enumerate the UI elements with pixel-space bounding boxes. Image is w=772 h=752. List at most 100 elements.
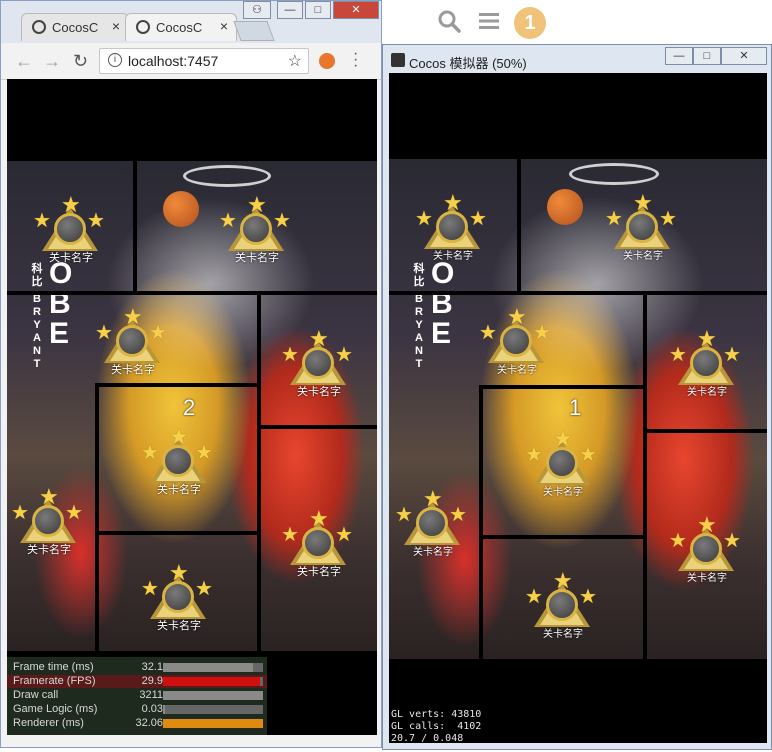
close-button[interactable]: ✕ [333,1,379,19]
stats-label: Renderer (ms) [13,717,84,729]
basketball-icon [163,191,199,227]
stats-bar [163,691,263,700]
bryant-letter: R [415,306,423,318]
kobe-letter: O [431,257,455,290]
hoop-icon [569,163,659,185]
grid-divider [133,161,137,293]
bryant-letter: A [415,332,423,344]
game-canvas[interactable]: O B E 科比 B R Y A N T 2 ★ ★ ★ 关卡名字 ★ ★ ★ … [7,161,377,651]
level-name: 关卡名字 [497,365,537,376]
cocos-favicon-icon [32,20,46,34]
bryant-letter: Y [33,319,41,331]
level-badge[interactable]: ★ ★ ★ [219,194,293,255]
level-name: 关卡名字 [543,629,583,640]
level-name: 关卡名字 [157,484,201,496]
level-number: 2 [183,395,196,420]
bookmark-star-icon[interactable]: ☆ [288,51,302,71]
browser-tab-2[interactable]: CocosC × [125,13,237,41]
bryant-letter: N [415,345,423,357]
bryant-letter: A [33,332,41,344]
kobe-letter: E [431,317,452,350]
kobe-letter: E [49,317,70,350]
stats-value: 0.03 [141,703,163,715]
grid-divider [481,385,645,389]
stats-label: Frame time (ms) [13,661,94,673]
level-name: 关卡名字 [111,364,155,376]
chrome-titlebar: CocosC × CocosC × ⚇ — □ ✕ [1,1,381,43]
search-icon-svg [438,10,461,33]
notification-badge[interactable]: 1 [514,7,546,39]
level-name: 关卡名字 [235,252,279,264]
forward-arrow-icon[interactable]: → [43,51,61,72]
game-canvas[interactable]: O B E 科比 B R Y A N T 1 ★★★ 关卡名字 ★★★ [389,159,767,659]
level-badge[interactable]: ★ ★ ★ [479,306,553,367]
level-name: 关卡名字 [687,573,727,584]
stats-bar [163,663,263,672]
level-badge[interactable]: ★ ★ ★ [281,508,355,569]
stats-bar-fill [163,663,253,672]
stats-bar-fill [163,705,165,714]
simulator-viewport: O B E 科比 B R Y A N T 1 ★★★ 关卡名字 ★★★ [389,73,767,744]
new-tab-button[interactable] [233,21,275,41]
kobe-chinese-text: 科比 [31,263,43,288]
search-icon[interactable] [436,8,462,41]
address-bar[interactable]: i localhost:7457 ☆ [99,48,309,74]
minimize-button[interactable]: — [277,1,303,19]
chrome-toolbar: ← → ↻ i localhost:7457 ☆ · · · [1,43,381,80]
level-badge[interactable]: ★ ★ ★ [525,570,599,631]
level-badge[interactable]: ★ ★ ★ [281,328,355,389]
user-profile-icon[interactable]: ⚇ [243,1,271,19]
url-text[interactable]: localhost:7457 [128,53,218,69]
stats-row: Renderer (ms) 32.06 [7,717,267,730]
back-arrow-icon[interactable]: ← [15,51,33,72]
level-number: 1 [569,395,582,420]
info-icon[interactable]: i [108,53,122,67]
chrome-menu-icon[interactable]: · · · [353,46,358,74]
minimize-button[interactable]: — [665,47,693,65]
bryant-letter: N [33,345,41,357]
stats-bar [163,719,263,728]
extension-icon[interactable] [319,53,335,69]
hamburger-icon-svg [479,13,499,29]
grid-divider [481,535,645,539]
grid-divider [479,385,483,659]
level-badge[interactable]: ★ ★ ★ [669,514,743,575]
grid-divider [645,429,767,433]
tab-label: CocosC [52,20,99,35]
level-name: 关卡名字 [433,251,473,262]
level-badge[interactable]: ★ ★ ★ [11,486,85,547]
simulator-title: Cocos 模拟器 (50%) [409,56,527,71]
level-name: 关卡名字 [49,252,93,264]
level-badge[interactable]: ★ ★ ★ [141,426,215,487]
level-badge[interactable]: ★ ★ ★ [605,192,679,253]
cocos-favicon-icon [136,20,150,34]
level-badge[interactable]: ★ ★ ★ [395,488,469,549]
hamburger-icon[interactable] [476,8,502,41]
level-name: 关卡名字 [687,387,727,398]
level-badge[interactable]: ★ ★ ★ [525,428,599,489]
kobe-letters: O B E [49,259,72,349]
maximize-button[interactable]: □ [693,47,721,65]
close-button[interactable]: ✕ [721,47,767,65]
level-badge[interactable]: ★ ★ ★ [669,328,743,389]
level-badge[interactable]: ★ ★ ★ [415,192,489,253]
level-badge[interactable]: ★ ★ ★ [141,562,215,623]
bryant-letter: R [33,306,41,318]
level-name: 关卡名字 [297,566,341,578]
reload-icon[interactable]: ↻ [73,51,88,72]
stats-value: 29.9 [141,675,163,687]
grid-divider [97,531,259,535]
kobe-letters: O B E [431,259,454,349]
tab-close-icon[interactable]: × [112,18,120,34]
stats-bar-fill [163,691,263,700]
level-badge[interactable]: ★ ★ ★ [95,306,169,367]
level-badge[interactable]: ★ ★ ★ [33,194,107,255]
grid-divider [257,291,261,651]
kobe-chinese-text: 科比 [413,263,425,288]
browser-tab-1[interactable]: CocosC × [21,13,129,41]
stats-row: Draw call 3211 [7,689,267,702]
level-name: 关卡名字 [413,547,453,558]
tab-close-icon[interactable]: × [220,18,228,34]
maximize-button[interactable]: □ [305,1,331,19]
stats-bar-fill [163,677,260,686]
